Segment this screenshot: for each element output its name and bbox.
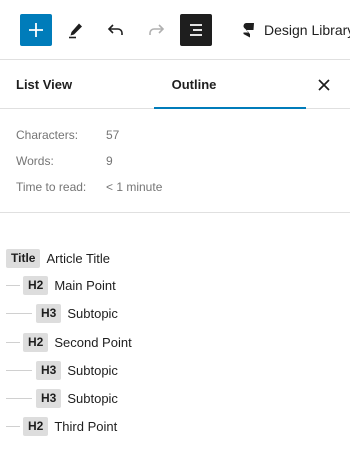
close-button[interactable] bbox=[312, 73, 336, 97]
stat-value: 57 bbox=[106, 128, 120, 142]
undo-icon bbox=[107, 24, 123, 35]
outline-item-h3[interactable]: H3 Subtopic bbox=[36, 303, 118, 323]
outline-connector bbox=[6, 426, 20, 427]
document-stats: Characters: 57 Words: 9 Time to read: < … bbox=[0, 109, 350, 213]
outline-item-text: Second Point bbox=[54, 334, 132, 350]
document-overview-icon bbox=[190, 24, 202, 36]
stat-value: < 1 minute bbox=[106, 180, 163, 194]
sidebar-tabs: List View Outline bbox=[0, 61, 350, 109]
outline-item-h3[interactable]: H3 Subtopic bbox=[36, 388, 118, 408]
outline-item-h2[interactable]: H2 Main Point bbox=[23, 275, 116, 295]
outline-item-text: Third Point bbox=[54, 418, 118, 434]
outline-connector bbox=[6, 370, 32, 371]
heading-level-badge: H2 bbox=[23, 332, 49, 352]
heading-level-badge: H3 bbox=[36, 303, 62, 323]
stat-label: Words: bbox=[16, 154, 54, 168]
pencil-icon bbox=[69, 23, 82, 39]
outline-item-text: Subtopic bbox=[67, 305, 118, 321]
outline-connector bbox=[6, 313, 32, 314]
plus-icon bbox=[29, 23, 43, 37]
redo-icon bbox=[149, 24, 165, 35]
heading-level-badge: H2 bbox=[23, 275, 49, 295]
outline-item-h3[interactable]: H3 Subtopic bbox=[36, 360, 118, 380]
outline-connector bbox=[6, 342, 20, 343]
outline-item-text: Subtopic bbox=[67, 390, 118, 406]
outline-item-text: Subtopic bbox=[67, 362, 118, 378]
stat-value: 9 bbox=[106, 154, 113, 168]
outline-item-text: Article Title bbox=[46, 250, 111, 266]
outline-item-h2[interactable]: H2 Second Point bbox=[23, 332, 132, 352]
undo-button[interactable] bbox=[100, 14, 132, 46]
heading-level-badge: H2 bbox=[23, 416, 49, 436]
document-overview-button[interactable] bbox=[180, 14, 212, 46]
design-library-button[interactable]: Design Library bbox=[240, 14, 350, 46]
heading-level-badge: H3 bbox=[36, 388, 62, 408]
edit-tool-button[interactable] bbox=[60, 14, 92, 46]
stat-label: Characters: bbox=[16, 128, 79, 142]
outline-item-title[interactable]: Title Article Title bbox=[6, 248, 110, 268]
outline-item-text: Main Point bbox=[54, 277, 116, 293]
tab-outline[interactable]: Outline bbox=[118, 61, 306, 109]
close-icon bbox=[318, 79, 330, 91]
stackable-logo-icon bbox=[243, 23, 254, 38]
redo-button[interactable] bbox=[140, 14, 172, 46]
stat-label: Time to read: bbox=[16, 180, 87, 194]
heading-level-badge: H3 bbox=[36, 360, 62, 380]
tab-list-view[interactable]: List View bbox=[16, 61, 72, 108]
design-library-label: Design Library bbox=[264, 22, 350, 38]
editor-toolbar: Design Library bbox=[0, 0, 350, 60]
outline-connector bbox=[6, 285, 20, 286]
outline-item-h2[interactable]: H2 Third Point bbox=[23, 416, 117, 436]
add-block-button[interactable] bbox=[20, 14, 52, 46]
heading-level-badge: Title bbox=[6, 248, 41, 268]
outline-connector bbox=[6, 398, 32, 399]
